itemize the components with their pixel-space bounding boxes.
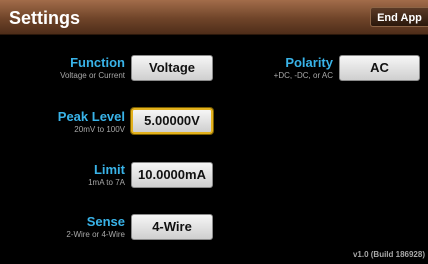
version-label: v1.0 (Build 186928) <box>352 250 425 259</box>
sense-title: Sense <box>86 214 125 229</box>
polarity-title: Polarity <box>285 55 333 70</box>
sense-label: Sense 2-Wire or 4-Wire <box>66 214 125 240</box>
polarity-label: Polarity +DC, -DC, or AC <box>274 55 333 81</box>
limit-label: Limit 1mA to 7A <box>88 162 125 188</box>
limit-button[interactable]: 10.0000mA <box>131 162 213 188</box>
polarity-button[interactable]: AC <box>339 55 420 81</box>
page-title: Settings <box>9 8 81 28</box>
peak-level-subtitle: 20mV to 100V <box>74 125 125 134</box>
limit-subtitle: 1mA to 7A <box>88 178 125 187</box>
peak-level-title: Peak Level <box>57 109 125 124</box>
end-app-button[interactable]: End App <box>370 7 428 27</box>
sense-subtitle: 2-Wire or 4-Wire <box>66 230 125 239</box>
polarity-subtitle: +DC, -DC, or AC <box>273 71 333 80</box>
limit-title: Limit <box>93 162 125 177</box>
function-button[interactable]: Voltage <box>131 55 213 81</box>
title-bar: Settings End App <box>0 0 428 35</box>
function-label: Function Voltage or Current <box>60 55 125 81</box>
function-subtitle: Voltage or Current <box>60 71 125 80</box>
peak-level-button[interactable]: 5.00000V <box>131 108 213 134</box>
function-title: Function <box>70 55 125 70</box>
sense-button[interactable]: 4-Wire <box>131 214 213 240</box>
peak-level-label: Peak Level 20mV to 100V <box>58 109 125 135</box>
